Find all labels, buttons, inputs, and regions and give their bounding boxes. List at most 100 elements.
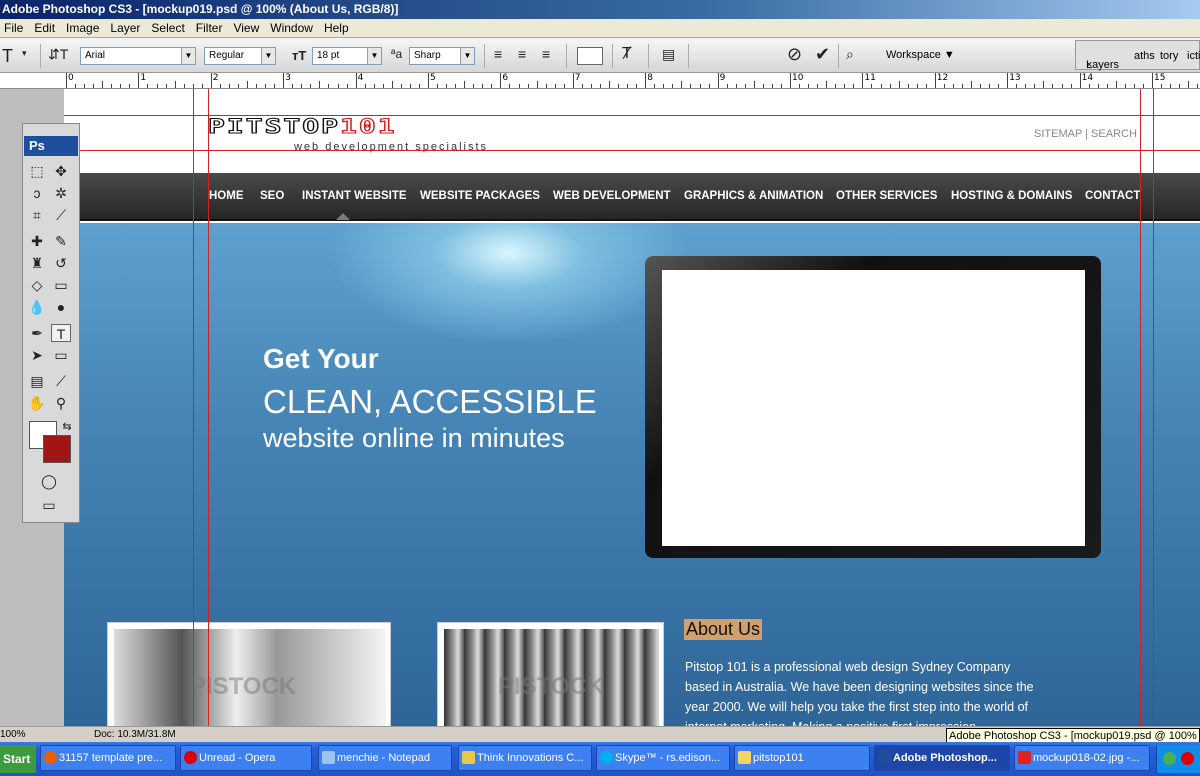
nav-web-development[interactable]: WEB DEVELOPMENT	[553, 190, 671, 202]
magic-wand-tool-icon[interactable]: ✲	[51, 184, 71, 202]
tray-icon[interactable]	[1163, 752, 1176, 765]
gradient-tool-icon[interactable]: ▭	[51, 276, 71, 294]
guide-vertical[interactable]	[1153, 89, 1154, 726]
nav-hosting-domains[interactable]: HOSTING & DOMAINS	[951, 190, 1072, 202]
notes-tool-icon[interactable]: ▤	[27, 372, 47, 390]
tab-history[interactable]: tory	[1160, 50, 1178, 62]
tab-paths[interactable]: aths	[1134, 50, 1155, 62]
taskbar-item-think-innovations[interactable]: Think Innovations C...	[458, 745, 592, 771]
background-color-swatch[interactable]	[43, 435, 71, 463]
menu-edit[interactable]: Edit	[34, 21, 55, 35]
crop-tool-icon[interactable]: ⌗	[27, 206, 47, 224]
ruler-minor-tick	[192, 84, 194, 88]
nav-graphics-animation[interactable]: GRAPHICS & ANIMATION	[684, 190, 823, 202]
cancel-icon[interactable]: ⊘	[787, 44, 802, 65]
font-size-select[interactable]: 18 pt ▼	[312, 47, 382, 65]
menu-select[interactable]: Select	[151, 21, 184, 35]
commit-check-icon[interactable]: ✔	[815, 44, 830, 65]
font-style-select[interactable]: Regular ▼	[204, 47, 276, 65]
site-logo[interactable]: PITSTOP101	[207, 114, 397, 138]
hand-tool-icon[interactable]: ✋	[27, 394, 47, 412]
start-button[interactable]: Start	[0, 745, 36, 773]
taskbar-item-skype[interactable]: Skype™ - rs.edison...	[596, 745, 730, 771]
quick-mask-icon[interactable]: ◯	[39, 472, 59, 490]
photoshop-logo[interactable]: Ps	[24, 136, 78, 156]
nav-other-services[interactable]: OTHER SERVICES	[836, 190, 937, 202]
taskbar-item-photoshop[interactable]: Adobe Photoshop...	[874, 745, 1010, 771]
ruler-label: 0	[68, 73, 74, 83]
workspace-menu[interactable]: Workspace ▼	[886, 49, 955, 61]
align-right-icon[interactable]: ≡	[542, 46, 550, 62]
zoom-tool-icon[interactable]: ⚲	[51, 394, 71, 412]
antialias-select[interactable]: Sharp ▼	[409, 47, 475, 65]
workspace-label: Workspace	[886, 49, 941, 61]
menu-file[interactable]: File	[4, 21, 23, 35]
nav-website-packages[interactable]: WEBSITE PACKAGES	[420, 190, 540, 202]
document-canvas[interactable]: PITSTOP101 web development specialists S…	[64, 89, 1200, 726]
taskbar-item-firefox[interactable]: 31157 template pre...	[40, 745, 176, 771]
pen-tool-icon[interactable]: ✒	[27, 324, 47, 342]
blur-tool-icon[interactable]: 💧	[27, 298, 47, 316]
menu-help[interactable]: Help	[324, 21, 349, 35]
taskbar-item-folder[interactable]: pitstop101	[734, 745, 870, 771]
marquee-tool-icon[interactable]: ⬚	[27, 162, 47, 180]
menu-window[interactable]: Window	[270, 21, 313, 35]
ruler-minor-tick	[654, 84, 656, 88]
bridge-icon[interactable]: ⌕	[846, 46, 854, 63]
text-color-swatch[interactable]	[577, 47, 603, 65]
screen-mode-icon[interactable]: ▭	[39, 496, 59, 514]
nav-seo[interactable]: SEO	[260, 190, 284, 202]
nav-contact[interactable]: CONTACT	[1085, 190, 1140, 202]
top-links[interactable]: SITEMAP | SEARCH	[1034, 128, 1137, 140]
menu-layer[interactable]: Layer	[110, 21, 140, 35]
ruler-minor-tick	[681, 81, 683, 88]
type-tool-icon[interactable]: T	[51, 324, 71, 342]
guide-vertical[interactable]	[193, 89, 194, 726]
palettes-icon[interactable]: ▤	[662, 46, 675, 63]
dodge-tool-icon[interactable]: ●	[51, 298, 71, 316]
slice-tool-icon[interactable]: ⟋	[51, 206, 71, 224]
taskbar-item-image-viewer[interactable]: mockup018-02.jpg -...	[1014, 745, 1150, 771]
path-selection-tool-icon[interactable]: ➤	[27, 346, 47, 364]
align-left-icon[interactable]: ≡	[494, 46, 502, 62]
font-family-select[interactable]: Arial ▼	[80, 47, 196, 65]
taskbar-item-opera[interactable]: Unread - Opera	[180, 745, 312, 771]
clone-stamp-tool-icon[interactable]: ♜	[27, 254, 47, 272]
move-tool-icon[interactable]: ✥	[51, 162, 71, 180]
ruler-minor-tick	[871, 84, 873, 88]
ruler-label: 10	[792, 73, 804, 83]
swap-colors-icon[interactable]: ⇆	[57, 418, 77, 436]
text-orientation-icon[interactable]: ⇵T	[48, 46, 68, 63]
guide-horizontal[interactable]	[64, 150, 1200, 151]
tab-actions[interactable]: icti	[1187, 50, 1200, 62]
menu-filter[interactable]: Filter	[196, 21, 223, 35]
eraser-tool-icon[interactable]: ◇	[27, 276, 47, 294]
warp-text-icon[interactable]: Ⱦ	[622, 45, 632, 63]
guide-vertical[interactable]	[1140, 89, 1141, 726]
about-heading[interactable]: About Us	[684, 619, 763, 640]
menu-image[interactable]: Image	[66, 21, 99, 35]
ruler-minor-tick	[835, 84, 837, 88]
shape-tool-icon[interactable]: ▭	[51, 346, 71, 364]
healing-brush-tool-icon[interactable]: ✚	[27, 232, 47, 250]
nav-home[interactable]: HOME	[209, 190, 244, 202]
ruler-minor-tick	[627, 84, 629, 88]
lasso-tool-icon[interactable]: ↄ	[27, 184, 47, 202]
brush-tool-icon[interactable]: ✎	[51, 232, 71, 250]
guide-vertical[interactable]	[208, 89, 209, 726]
ruler-tick	[717, 73, 719, 88]
close-icon[interactable]: ×	[1086, 59, 1092, 71]
type-tool-preset-icon[interactable]: T	[2, 46, 13, 67]
nav-instant-website[interactable]: INSTANT WEBSITE	[302, 190, 407, 202]
guide-horizontal[interactable]	[64, 115, 1200, 116]
ruler-minor-tick	[1188, 81, 1190, 88]
eyedropper-tool-icon[interactable]: ⟋	[51, 372, 71, 390]
chevron-down-icon[interactable]: ▾	[22, 48, 27, 59]
ruler-minor-tick	[735, 84, 737, 88]
zoom-level[interactable]: 100%	[0, 727, 26, 742]
align-center-icon[interactable]: ≡	[518, 46, 526, 62]
opera-tray-icon[interactable]	[1181, 752, 1194, 765]
history-brush-tool-icon[interactable]: ↺	[51, 254, 71, 272]
menu-view[interactable]: View	[233, 21, 259, 35]
taskbar-item-notepad[interactable]: menchie - Notepad	[318, 745, 452, 771]
